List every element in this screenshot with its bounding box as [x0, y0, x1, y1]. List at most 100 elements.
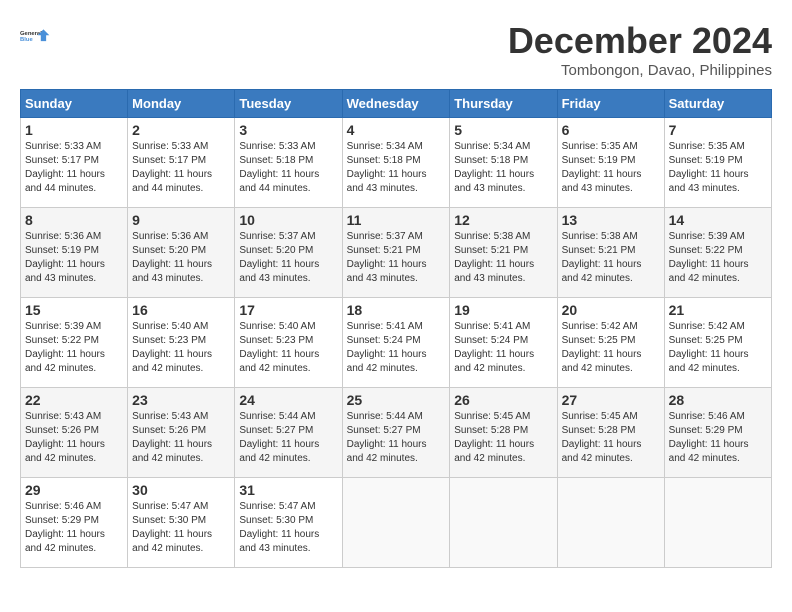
day-info: Sunrise: 5:41 AM Sunset: 5:24 PM Dayligh… [454, 320, 552, 376]
calendar-cell [342, 478, 450, 568]
day-info: Sunrise: 5:35 AM Sunset: 5:19 PM Dayligh… [669, 140, 767, 196]
calendar-cell: 22 Sunrise: 5:43 AM Sunset: 5:26 PM Dayli… [21, 388, 128, 478]
calendar-cell [557, 478, 664, 568]
calendar-cell: 8Sunrise: 5:36 AM Sunset: 5:19 PM Daylig… [21, 208, 128, 298]
calendar-cell: 7Sunrise: 5:35 AM Sunset: 5:19 PM Daylig… [664, 118, 771, 208]
calendar-body: 1Sunrise: 5:33 AM Sunset: 5:17 PM Daylig… [21, 118, 772, 568]
day-number: 17 [239, 302, 337, 318]
day-number: 22 [25, 392, 123, 408]
day-info: Sunrise: 5:47 AM Sunset: 5:30 PM Dayligh… [239, 500, 337, 556]
calendar-cell: 2Sunrise: 5:33 AM Sunset: 5:17 PM Daylig… [128, 118, 235, 208]
day-number: 16 [132, 302, 230, 318]
calendar-cell: 14Sunrise: 5:39 AM Sunset: 5:22 PM Dayli… [664, 208, 771, 298]
calendar-cell: 1Sunrise: 5:33 AM Sunset: 5:17 PM Daylig… [21, 118, 128, 208]
day-info: Sunrise: 5:45 AM Sunset: 5:28 PM Dayligh… [562, 410, 660, 466]
calendar-cell: 20 Sunrise: 5:42 AM Sunset: 5:25 PM Dayli… [557, 298, 664, 388]
day-number: 12 [454, 212, 552, 228]
day-info: Sunrise: 5:37 AM Sunset: 5:20 PM Dayligh… [239, 230, 337, 286]
calendar-cell: 15 Sunrise: 5:39 AM Sunset: 5:22 PM Dayli… [21, 298, 128, 388]
calendar-cell: 28Sunrise: 5:46 AM Sunset: 5:29 PM Dayli… [664, 388, 771, 478]
page-header: GeneralBlue General Blue December 2024 T… [20, 20, 772, 79]
day-number: 25 [347, 392, 446, 408]
day-info: Sunrise: 5:36 AM Sunset: 5:20 PM Dayligh… [132, 230, 230, 286]
calendar-cell: 18Sunrise: 5:41 AM Sunset: 5:24 PM Dayli… [342, 298, 450, 388]
day-info: Sunrise: 5:43 AM Sunset: 5:26 PM Dayligh… [132, 410, 230, 466]
day-number: 29 [25, 482, 123, 498]
col-friday: Friday [557, 90, 664, 118]
calendar-cell: 30 Sunrise: 5:47 AM Sunset: 5:30 PM Dayli… [128, 478, 235, 568]
day-number: 9 [132, 212, 230, 228]
logo: GeneralBlue General Blue [20, 20, 52, 52]
day-number: 19 [454, 302, 552, 318]
day-number: 24 [239, 392, 337, 408]
day-number: 4 [347, 122, 446, 138]
day-number: 6 [562, 122, 660, 138]
day-info: Sunrise: 5:33 AM Sunset: 5:17 PM Dayligh… [132, 140, 230, 196]
calendar-week-1: 1Sunrise: 5:33 AM Sunset: 5:17 PM Daylig… [21, 118, 772, 208]
calendar-cell: 27 Sunrise: 5:45 AM Sunset: 5:28 PM Dayli… [557, 388, 664, 478]
day-number: 27 [562, 392, 660, 408]
calendar-cell: 31 Sunrise: 5:47 AM Sunset: 5:30 PM Dayli… [235, 478, 342, 568]
day-info: Sunrise: 5:34 AM Sunset: 5:18 PM Dayligh… [454, 140, 552, 196]
calendar-cell: 10Sunrise: 5:37 AM Sunset: 5:20 PM Dayli… [235, 208, 342, 298]
col-thursday: Thursday [450, 90, 557, 118]
day-number: 20 [562, 302, 660, 318]
calendar-cell: 13Sunrise: 5:38 AM Sunset: 5:21 PM Dayli… [557, 208, 664, 298]
day-info: Sunrise: 5:40 AM Sunset: 5:23 PM Dayligh… [239, 320, 337, 376]
svg-text:Blue: Blue [20, 37, 33, 43]
day-number: 30 [132, 482, 230, 498]
day-info: Sunrise: 5:33 AM Sunset: 5:17 PM Dayligh… [25, 140, 123, 196]
calendar-cell: 26 Sunrise: 5:45 AM Sunset: 5:28 PM Dayli… [450, 388, 557, 478]
col-wednesday: Wednesday [342, 90, 450, 118]
day-number: 31 [239, 482, 337, 498]
day-info: Sunrise: 5:46 AM Sunset: 5:29 PM Dayligh… [25, 500, 123, 556]
day-info: Sunrise: 5:42 AM Sunset: 5:25 PM Dayligh… [562, 320, 660, 376]
day-info: Sunrise: 5:41 AM Sunset: 5:24 PM Dayligh… [347, 320, 446, 376]
day-info: Sunrise: 5:35 AM Sunset: 5:19 PM Dayligh… [562, 140, 660, 196]
calendar-cell: 16Sunrise: 5:40 AM Sunset: 5:23 PM Dayli… [128, 298, 235, 388]
location: Tombongon, Davao, Philippines [508, 62, 772, 79]
calendar-cell: 3 Sunrise: 5:33 AM Sunset: 5:18 PM Daylig… [235, 118, 342, 208]
day-number: 8 [25, 212, 123, 228]
day-info: Sunrise: 5:42 AM Sunset: 5:25 PM Dayligh… [669, 320, 767, 376]
title-block: December 2024 Tombongon, Davao, Philippi… [508, 20, 772, 79]
col-saturday: Saturday [664, 90, 771, 118]
day-number: 15 [25, 302, 123, 318]
day-info: Sunrise: 5:39 AM Sunset: 5:22 PM Dayligh… [669, 230, 767, 286]
calendar-cell: 17 Sunrise: 5:40 AM Sunset: 5:23 PM Dayli… [235, 298, 342, 388]
day-info: Sunrise: 5:47 AM Sunset: 5:30 PM Dayligh… [132, 500, 230, 556]
day-number: 23 [132, 392, 230, 408]
day-number: 21 [669, 302, 767, 318]
day-info: Sunrise: 5:39 AM Sunset: 5:22 PM Dayligh… [25, 320, 123, 376]
calendar-cell: 6 Sunrise: 5:35 AM Sunset: 5:19 PM Daylig… [557, 118, 664, 208]
day-info: Sunrise: 5:34 AM Sunset: 5:18 PM Dayligh… [347, 140, 446, 196]
calendar-cell: 29 Sunrise: 5:46 AM Sunset: 5:29 PM Dayli… [21, 478, 128, 568]
logo-icon: GeneralBlue [20, 20, 52, 52]
calendar-cell: 12 Sunrise: 5:38 AM Sunset: 5:21 PM Dayli… [450, 208, 557, 298]
day-number: 11 [347, 212, 446, 228]
col-sunday: Sunday [21, 90, 128, 118]
day-info: Sunrise: 5:43 AM Sunset: 5:26 PM Dayligh… [25, 410, 123, 466]
calendar-cell [664, 478, 771, 568]
calendar-cell: 21 Sunrise: 5:42 AM Sunset: 5:25 PM Dayli… [664, 298, 771, 388]
calendar-cell: 11Sunrise: 5:37 AM Sunset: 5:21 PM Dayli… [342, 208, 450, 298]
day-info: Sunrise: 5:44 AM Sunset: 5:27 PM Dayligh… [239, 410, 337, 466]
calendar-week-2: 8Sunrise: 5:36 AM Sunset: 5:19 PM Daylig… [21, 208, 772, 298]
month-title: December 2024 [508, 20, 772, 62]
day-number: 5 [454, 122, 552, 138]
day-number: 13 [562, 212, 660, 228]
calendar-cell: 25Sunrise: 5:44 AM Sunset: 5:27 PM Dayli… [342, 388, 450, 478]
day-number: 26 [454, 392, 552, 408]
calendar-cell [450, 478, 557, 568]
day-number: 3 [239, 122, 337, 138]
col-tuesday: Tuesday [235, 90, 342, 118]
col-monday: Monday [128, 90, 235, 118]
day-info: Sunrise: 5:33 AM Sunset: 5:18 PM Dayligh… [239, 140, 337, 196]
calendar-cell: 5 Sunrise: 5:34 AM Sunset: 5:18 PM Daylig… [450, 118, 557, 208]
calendar-cell: 4 Sunrise: 5:34 AM Sunset: 5:18 PM Daylig… [342, 118, 450, 208]
calendar-cell: 19 Sunrise: 5:41 AM Sunset: 5:24 PM Dayli… [450, 298, 557, 388]
day-info: Sunrise: 5:38 AM Sunset: 5:21 PM Dayligh… [454, 230, 552, 286]
day-info: Sunrise: 5:45 AM Sunset: 5:28 PM Dayligh… [454, 410, 552, 466]
calendar-header: Sunday Monday Tuesday Wednesday Thursday… [21, 90, 772, 118]
calendar-week-5: 29 Sunrise: 5:46 AM Sunset: 5:29 PM Dayli… [21, 478, 772, 568]
